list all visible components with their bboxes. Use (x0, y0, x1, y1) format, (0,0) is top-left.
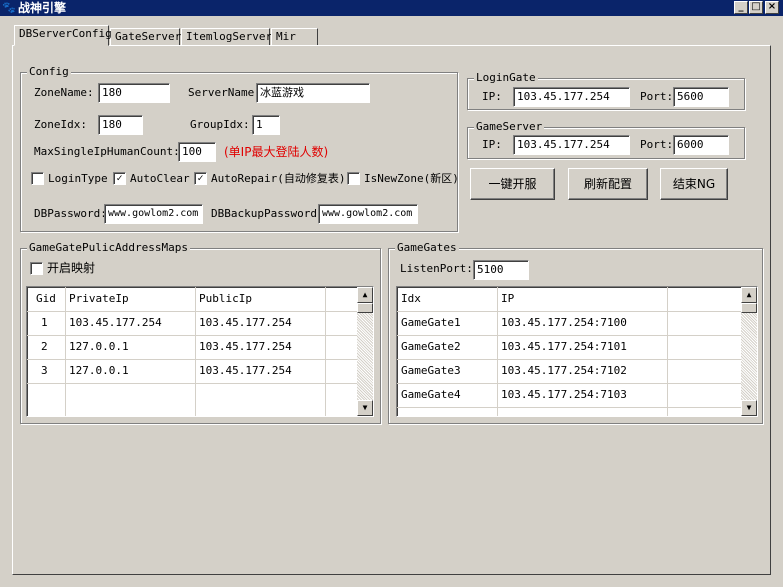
arrow-down-icon: ▼ (362, 403, 368, 412)
login-gate-ip-input[interactable]: 103.45.177.254 (513, 87, 630, 107)
private-ip-cell: 127.0.0.1 (69, 340, 129, 353)
ip-cell: 103.45.177.254:7101 (501, 340, 627, 353)
server-name-label: ServerName: (188, 86, 261, 99)
column-header-idx: Idx (401, 292, 421, 305)
scroll-thumb[interactable] (741, 303, 757, 313)
scroll-thumb[interactable] (357, 303, 373, 313)
listen-port-label: ListenPort: (400, 262, 473, 275)
public-maps-table: Gid PrivateIp PublicIp 1 103.45.177.254 … (26, 286, 374, 417)
db-backup-password-label: DBBackupPassword: (211, 207, 324, 220)
public-maps-scrollbar[interactable]: ▲ ▼ (357, 287, 373, 416)
tab-mir[interactable]: Mir (271, 28, 318, 46)
tab-dbserverconfig[interactable]: DBServerConfig (14, 25, 112, 46)
column-header-public-ip: PublicIp (199, 292, 252, 305)
close-button[interactable]: × (765, 1, 779, 14)
tab-gateserver[interactable]: GateServer (110, 28, 181, 46)
gid-cell: 2 (41, 340, 48, 353)
is-new-zone-label: IsNewZone(新区) (364, 172, 459, 185)
ip-cell: 103.45.177.254:7102 (501, 364, 627, 377)
checkmark-icon: ✓ (116, 173, 123, 184)
end-ng-button[interactable]: 结束NG (660, 168, 728, 200)
server-name-input[interactable]: 冰蓝游戏 (256, 83, 370, 103)
tab-itemlogserver[interactable]: ItemlogServer (181, 28, 272, 46)
public-maps-legend: GameGatePulicAddressMaps (27, 241, 190, 254)
enable-mapping-label: 开启映射 (47, 261, 96, 275)
public-ip-cell: 103.45.177.254 (199, 364, 292, 377)
auto-clear-checkbox[interactable]: ✓ (113, 172, 126, 185)
private-ip-cell: 127.0.0.1 (69, 364, 129, 377)
zone-idx-label: ZoneIdx: (34, 118, 87, 131)
scroll-down-button[interactable]: ▼ (741, 400, 757, 416)
arrow-up-icon: ▲ (746, 290, 752, 299)
scroll-down-button[interactable]: ▼ (357, 400, 373, 416)
ip-cell: 103.45.177.254:7100 (501, 316, 627, 329)
idx-cell: GameGate1 (401, 316, 461, 329)
game-server-port-label: Port: (640, 138, 674, 151)
public-ip-cell: 103.45.177.254 (199, 316, 292, 329)
login-gate-port-input[interactable]: 5600 (673, 87, 729, 107)
arrow-up-icon: ▲ (362, 290, 368, 299)
db-backup-password-input[interactable]: www.gowlom2.com (318, 204, 418, 224)
one-click-open-button[interactable]: 一键开服 (470, 168, 555, 200)
zone-idx-input[interactable]: 180 (98, 115, 143, 135)
group-idx-input[interactable]: 1 (252, 115, 280, 135)
auto-clear-label: AutoClear (130, 172, 190, 185)
game-server-ip-input[interactable]: 103.45.177.254 (513, 135, 630, 155)
checkmark-icon: ✓ (197, 173, 204, 184)
db-password-input[interactable]: www.gowlom2.com (104, 204, 203, 224)
game-server-ip-label: IP: (482, 138, 502, 151)
column-header-ip: IP (501, 292, 515, 305)
gid-cell: 3 (41, 364, 48, 377)
enable-mapping-checkbox[interactable] (30, 262, 43, 275)
max-single-ip-hint: (单IP最大登陆人数) (224, 145, 329, 159)
minimize-icon: _ (738, 1, 744, 12)
is-new-zone-checkbox[interactable] (347, 172, 360, 185)
max-single-ip-input[interactable]: 100 (178, 142, 216, 162)
max-single-ip-label: MaxSingleIpHumanCount: (34, 145, 180, 158)
gid-cell: 1 (41, 316, 48, 329)
scroll-up-button[interactable]: ▲ (741, 287, 757, 303)
idx-cell: GameGate3 (401, 364, 461, 377)
paw-icon: 🐾 (2, 1, 16, 14)
game-server-legend: GameServer (474, 120, 545, 133)
db-password-label: DBPassword: (34, 207, 107, 220)
login-gate-legend: LoginGate (474, 71, 538, 84)
auto-repair-checkbox[interactable]: ✓ (194, 172, 207, 185)
maximize-icon: □ (751, 1, 761, 12)
game-gates-table: Idx IP GameGate1 103.45.177.254:7100 Gam… (396, 286, 758, 417)
login-type-label: LoginType (48, 172, 108, 185)
game-server-port-input[interactable]: 6000 (673, 135, 729, 155)
title-bar: 🐾 战神引擎 _ □ × (0, 0, 783, 16)
column-header-private-ip: PrivateIp (69, 292, 129, 305)
idx-cell: GameGate4 (401, 388, 461, 401)
login-gate-port-label: Port: (640, 90, 674, 103)
maximize-button[interactable]: □ (749, 1, 763, 14)
private-ip-cell: 103.45.177.254 (69, 316, 162, 329)
close-icon: × (767, 1, 777, 12)
scroll-up-button[interactable]: ▲ (357, 287, 373, 303)
auto-repair-label: AutoRepair(自动修复表) (211, 172, 346, 185)
zone-name-label: ZoneName: (34, 86, 94, 99)
ip-cell: 103.45.177.254:7103 (501, 388, 627, 401)
minimize-button[interactable]: _ (734, 1, 748, 14)
config-legend: Config (27, 65, 71, 78)
refresh-config-button[interactable]: 刷新配置 (568, 168, 648, 200)
window-title: 战神引擎 (18, 1, 67, 15)
zone-name-input[interactable]: 180 (98, 83, 170, 103)
column-header-gid: Gid (36, 292, 56, 305)
login-type-checkbox[interactable] (31, 172, 44, 185)
game-gates-legend: GameGates (395, 241, 459, 254)
game-gates-scrollbar[interactable]: ▲ ▼ (741, 287, 757, 416)
listen-port-input[interactable]: 5100 (473, 260, 529, 280)
login-gate-ip-label: IP: (482, 90, 502, 103)
public-ip-cell: 103.45.177.254 (199, 340, 292, 353)
arrow-down-icon: ▼ (746, 403, 752, 412)
idx-cell: GameGate2 (401, 340, 461, 353)
group-idx-label: GroupIdx: (190, 118, 250, 131)
